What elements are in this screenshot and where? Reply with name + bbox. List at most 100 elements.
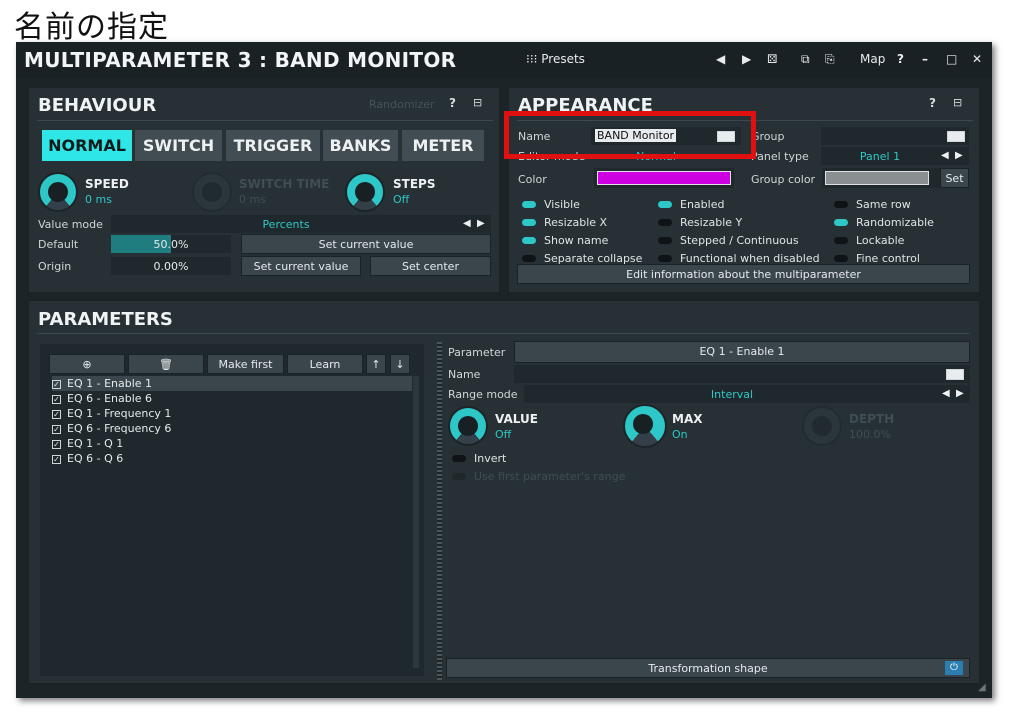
collapse-icon[interactable]: ⊟: [953, 96, 962, 109]
close-icon[interactable]: ✕: [972, 52, 982, 66]
max-knob[interactable]: [623, 404, 667, 448]
keyboard-icon[interactable]: [946, 369, 964, 380]
color-picker[interactable]: [594, 168, 734, 188]
list-item[interactable]: ✓ EQ 1 - Q 1: [52, 436, 412, 451]
highlight-box: [504, 111, 756, 159]
toggle-led[interactable]: [834, 237, 848, 244]
max-value: On: [672, 428, 688, 441]
toggle-led[interactable]: [658, 219, 672, 226]
presets-button[interactable]: ⁝⁝⁝ Presets: [526, 52, 585, 66]
toggle-label: Lockable: [856, 234, 905, 247]
minimize-icon[interactable]: –: [922, 52, 928, 66]
map-button[interactable]: Map: [860, 52, 885, 66]
value-knob[interactable]: [448, 406, 488, 446]
list-item-label: EQ 1 - Frequency 1: [67, 407, 172, 420]
next-arrow-icon[interactable]: ▶: [477, 218, 485, 229]
parameter-name-field[interactable]: [514, 365, 970, 383]
keyboard-icon[interactable]: [947, 131, 965, 142]
move-up-arrow-icon[interactable]: ↑: [366, 354, 386, 374]
toggle-led[interactable]: [834, 219, 848, 226]
depth-knob: [802, 406, 842, 446]
toggle-led[interactable]: [658, 237, 672, 244]
learn-button[interactable]: Learn: [287, 354, 363, 374]
set-current-value-origin-button[interactable]: Set current value: [241, 256, 361, 276]
list-item[interactable]: ✓ EQ 6 - Frequency 6: [52, 421, 412, 436]
resize-grip-icon[interactable]: ◢: [978, 682, 986, 693]
steps-knob[interactable]: [345, 172, 385, 212]
make-first-button[interactable]: Make first: [207, 354, 284, 374]
set-center-button[interactable]: Set center: [370, 256, 491, 276]
panel-type-label: Panel type: [751, 150, 809, 163]
collapse-icon[interactable]: ⊟: [473, 96, 482, 109]
toggle-label: Visible: [544, 198, 580, 211]
toggle-led[interactable]: [522, 237, 536, 244]
set-current-value-button[interactable]: Set current value: [241, 234, 491, 254]
list-item[interactable]: ✓ EQ 1 - Frequency 1: [52, 406, 412, 421]
divider: [37, 333, 969, 334]
switch-time-label: SWITCH TIME: [239, 177, 330, 191]
prev-arrow-icon[interactable]: ◀: [942, 388, 950, 399]
default-slider[interactable]: 50.0%: [111, 235, 231, 253]
toggle-led[interactable]: [522, 219, 536, 226]
speed-value: 0 ms: [85, 193, 112, 206]
list-item[interactable]: ✓ EQ 6 - Q 6: [52, 451, 412, 466]
checkbox-icon[interactable]: ✓: [52, 455, 61, 464]
add-button[interactable]: ⊕: [49, 354, 125, 374]
next-preset-arrow-icon[interactable]: ▶: [742, 52, 751, 66]
copy-icon[interactable]: ⧉: [801, 52, 810, 67]
prev-arrow-icon[interactable]: ◀: [463, 218, 471, 229]
trash-icon: 🗑: [159, 358, 173, 371]
value-mode-select[interactable]: Percents ◀ ▶: [111, 215, 491, 233]
list-item[interactable]: ✓ EQ 1 - Enable 1: [52, 376, 412, 391]
checkbox-icon[interactable]: ✓: [52, 395, 61, 404]
panel-type-select[interactable]: Panel 1 ◀ ▶: [821, 147, 969, 165]
toggle-led[interactable]: [834, 255, 848, 262]
toggle-led[interactable]: [522, 201, 536, 208]
speed-knob[interactable]: [38, 172, 78, 212]
toggle-led[interactable]: [834, 201, 848, 208]
range-mode-select[interactable]: Interval ◀ ▶: [524, 385, 970, 403]
checkbox-icon[interactable]: ✓: [52, 425, 61, 434]
parameter-select-button[interactable]: EQ 1 - Enable 1: [514, 341, 970, 363]
prev-arrow-icon[interactable]: ◀: [941, 150, 949, 161]
next-arrow-icon[interactable]: ▶: [955, 150, 963, 161]
transformation-shape-button[interactable]: Transformation shape: [446, 658, 970, 678]
color-label: Color: [518, 173, 547, 186]
group-field[interactable]: [821, 127, 969, 145]
maximize-icon[interactable]: □: [946, 52, 957, 66]
set-group-color-button[interactable]: Set: [940, 168, 969, 188]
help-icon[interactable]: ?: [897, 52, 904, 66]
parameter-list: ✓ EQ 1 - Enable 1 ✓ EQ 6 - Enable 6 ✓ EQ 1 - …: [52, 376, 412, 466]
splitter-handle[interactable]: [437, 342, 442, 680]
help-icon[interactable]: ?: [449, 96, 456, 110]
help-icon[interactable]: ?: [929, 96, 936, 110]
previous-preset-arrow-icon[interactable]: ◀: [716, 52, 725, 66]
tab-banks[interactable]: BANKS: [323, 130, 398, 161]
group-color-picker[interactable]: [822, 168, 942, 188]
invert-toggle[interactable]: [452, 455, 466, 462]
random-dice-icon[interactable]: ⚄: [767, 52, 777, 66]
power-icon[interactable]: ⏻: [945, 661, 963, 675]
list-item[interactable]: ✓ EQ 6 - Enable 6: [52, 391, 412, 406]
tab-meter[interactable]: METER: [402, 130, 484, 161]
next-arrow-icon[interactable]: ▶: [956, 388, 964, 399]
value-mode-label: Value mode: [38, 218, 103, 231]
tab-normal[interactable]: NORMAL: [42, 130, 132, 161]
tab-switch[interactable]: SWITCH: [135, 130, 222, 161]
toggle-led[interactable]: [658, 201, 672, 208]
checkbox-icon[interactable]: ✓: [52, 440, 61, 449]
range-mode-value: Interval: [710, 388, 754, 401]
checkbox-icon[interactable]: ✓: [52, 410, 61, 419]
toggle-led[interactable]: [658, 255, 672, 262]
list-scrollbar[interactable]: [413, 376, 419, 668]
move-down-arrow-icon[interactable]: ↓: [390, 354, 410, 374]
use-first-range-label: Use first parameter's range: [474, 470, 626, 483]
group-label: Group: [751, 130, 785, 143]
edit-info-button[interactable]: Edit information about the multiparamete…: [517, 264, 970, 284]
checkbox-icon[interactable]: ✓: [52, 380, 61, 389]
toggle-led[interactable]: [522, 255, 536, 262]
tab-trigger[interactable]: TRIGGER: [226, 130, 320, 161]
delete-button[interactable]: 🗑: [128, 354, 204, 374]
origin-slider[interactable]: 0.00%: [111, 257, 231, 275]
paste-icon[interactable]: ⎘: [825, 52, 835, 67]
